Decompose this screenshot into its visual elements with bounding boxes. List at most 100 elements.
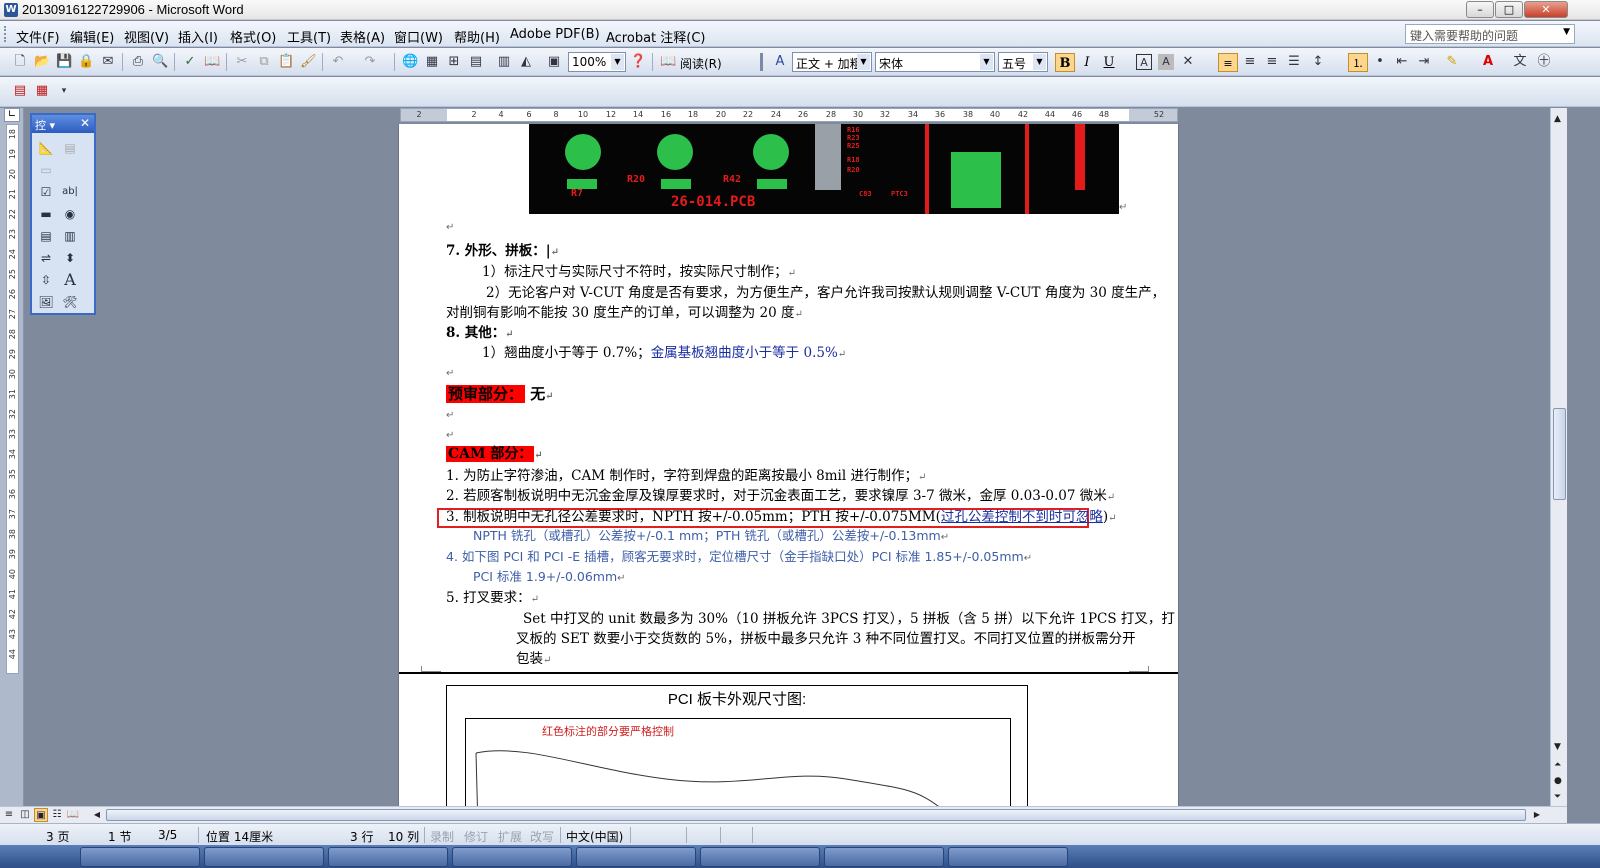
previous-page-icon[interactable]: ⏶: [1554, 760, 1561, 770]
scrollbar-control-icon[interactable]: ⇳: [36, 271, 56, 289]
read-mode-icon[interactable]: 📖: [660, 54, 676, 70]
combobox-control-icon[interactable]: ▥: [60, 227, 80, 245]
hyperlink-icon[interactable]: 🌐: [402, 54, 418, 70]
toolbox-header[interactable]: 控 ▾ ✕: [32, 115, 94, 133]
chevron-down-icon[interactable]: ▼: [611, 54, 624, 70]
status-track-changes[interactable]: 修订: [464, 828, 488, 845]
paste-icon[interactable]: 📋: [278, 54, 294, 70]
align-right-icon[interactable]: ≡: [1264, 54, 1280, 70]
distribute-icon[interactable]: ☰: [1286, 54, 1302, 70]
textbox-control-icon[interactable]: ab|: [60, 183, 80, 201]
menu-window[interactable]: 窗口(W): [394, 27, 443, 46]
numbering-icon[interactable]: ⒈: [1348, 53, 1368, 72]
italic-button[interactable]: I: [1077, 53, 1097, 72]
chevron-down-icon[interactable]: ▼: [857, 54, 870, 70]
undo-icon[interactable]: ↶: [330, 54, 346, 70]
insert-table-icon[interactable]: ⊞: [446, 54, 462, 70]
taskbar-item[interactable]: [452, 847, 572, 867]
print-layout-icon[interactable]: ▣: [34, 808, 48, 822]
close-icon[interactable]: ✕: [80, 116, 90, 130]
web-view-icon[interactable]: ◫: [18, 808, 32, 822]
bold-button[interactable]: B: [1055, 53, 1075, 72]
taskbar-item[interactable]: [576, 847, 696, 867]
drawing-icon[interactable]: ◭: [518, 54, 534, 70]
enclose-char-icon[interactable]: ㊉: [1536, 54, 1552, 70]
word-app-icon[interactable]: W: [4, 3, 18, 17]
menu-help[interactable]: 帮助(H): [454, 27, 500, 46]
zoom-combo[interactable]: 100% ▼: [568, 52, 626, 72]
pcb-image[interactable]: R7 R20 R42 26-014.PCB R16 R23 R25 R18 R2…: [529, 124, 1119, 214]
convert-pdf-icon[interactable]: ▤: [12, 83, 28, 99]
font-combo[interactable]: 宋体 ▼: [875, 52, 995, 72]
font-size-combo[interactable]: 五号 ▼: [998, 52, 1048, 72]
menu-tools[interactable]: 工具(T): [287, 27, 331, 46]
copy-icon[interactable]: ⧉: [256, 54, 272, 70]
columns-icon[interactable]: ▥: [496, 54, 512, 70]
char-shading-icon[interactable]: A: [1158, 54, 1174, 70]
vertical-ruler[interactable]: 18 19 20 21 22 23 24 25 26 27 28 29 30 3…: [6, 124, 19, 674]
more-controls-icon[interactable]: 🛠: [60, 293, 80, 311]
spin-button-icon[interactable]: ⬍: [60, 249, 80, 267]
tables-borders-icon[interactable]: ▦: [424, 54, 440, 70]
vertical-scrollbar[interactable]: ▲ ▼ ⏶ ● ⏷: [1550, 108, 1567, 806]
chevron-down-icon[interactable]: ▼: [1563, 27, 1570, 37]
redo-icon[interactable]: ↷: [362, 54, 378, 70]
increase-indent-icon[interactable]: ⇥: [1416, 54, 1432, 70]
menu-table[interactable]: 表格(A): [340, 27, 385, 46]
taskbar-item[interactable]: [948, 847, 1068, 867]
decrease-indent-icon[interactable]: ⇤: [1394, 54, 1410, 70]
insert-excel-icon[interactable]: ▤: [468, 54, 484, 70]
checkbox-control-icon[interactable]: ☑: [36, 183, 56, 201]
research-icon[interactable]: 📖: [204, 54, 220, 70]
print-preview-icon[interactable]: 🔍: [152, 54, 168, 70]
underline-button[interactable]: U: [1099, 53, 1119, 72]
status-extend[interactable]: 扩展: [498, 828, 522, 845]
menu-file[interactable]: 文件(F): [16, 27, 60, 46]
vertical-scroll-thumb[interactable]: [1553, 408, 1566, 500]
print-icon[interactable]: ⎙: [130, 54, 146, 70]
design-mode-icon[interactable]: 📐: [36, 139, 56, 157]
chevron-down-icon[interactable]: ▼: [1033, 54, 1046, 70]
view-code-icon[interactable]: ▭: [36, 161, 56, 179]
email-icon[interactable]: ✉: [100, 54, 116, 70]
status-language[interactable]: 中文(中国): [566, 828, 623, 845]
format-painter-icon[interactable]: 🖌: [300, 54, 317, 70]
menu-format[interactable]: 格式(O): [230, 27, 276, 46]
convert-pdf-email-icon[interactable]: ▦: [34, 83, 50, 99]
menu-view[interactable]: 视图(V): [124, 27, 169, 46]
taskbar-item[interactable]: [204, 847, 324, 867]
document-page[interactable]: R7 R20 R42 26-014.PCB R16 R23 R25 R18 R2…: [398, 124, 1179, 806]
taskbar-item[interactable]: [700, 847, 820, 867]
select-browse-object-icon[interactable]: ●: [1554, 776, 1562, 786]
font-color-icon[interactable]: A: [1480, 54, 1496, 70]
scroll-down-icon[interactable]: ▼: [1554, 742, 1561, 752]
line-spacing-icon[interactable]: ↕: [1310, 54, 1326, 70]
menubar-grip[interactable]: [4, 26, 7, 42]
scroll-left-icon[interactable]: ◀: [90, 808, 104, 822]
scroll-right-icon[interactable]: ▶: [1530, 808, 1544, 822]
align-center-icon[interactable]: ≡: [1242, 54, 1258, 70]
control-toolbox[interactable]: 控 ▾ ✕ 📐 ▤ ▭ ☑ ab| ▬ ◉ ▤ ▥ ⇌ ⬍ ⇳ A 🖼 🛠: [30, 113, 96, 315]
toolbar-grip[interactable]: [760, 53, 763, 71]
open-folder-icon[interactable]: 📂: [34, 54, 50, 70]
maximize-button[interactable]: □: [1495, 1, 1523, 18]
toolbar-options-icon[interactable]: ▾: [56, 83, 72, 99]
taskbar-item[interactable]: [328, 847, 448, 867]
styles-formatting-icon[interactable]: A: [772, 54, 788, 70]
bullets-icon[interactable]: •: [1372, 54, 1388, 70]
cut-icon[interactable]: ✂: [234, 54, 250, 70]
taskbar-item[interactable]: [80, 847, 200, 867]
menu-edit[interactable]: 编辑(E): [70, 27, 114, 46]
option-button-icon[interactable]: ◉: [60, 205, 80, 223]
help-question-input[interactable]: 键入需要帮助的问题 ▼: [1405, 24, 1575, 44]
label-control-icon[interactable]: A: [60, 271, 80, 289]
reading-view-icon[interactable]: 📖: [66, 808, 80, 822]
horizontal-scrollbar[interactable]: ≡ ◫ ▣ ☷ 📖 ◀ ▶: [0, 806, 1567, 823]
status-overtype[interactable]: 改写: [530, 828, 554, 845]
menu-adobe-pdf[interactable]: Adobe PDF(B): [510, 27, 600, 42]
close-button[interactable]: ✕: [1524, 1, 1568, 18]
minimize-button[interactable]: –: [1466, 1, 1494, 18]
normal-view-icon[interactable]: ≡: [2, 808, 16, 822]
menu-insert[interactable]: 插入(I): [178, 27, 218, 46]
status-record[interactable]: 录制: [430, 828, 454, 845]
